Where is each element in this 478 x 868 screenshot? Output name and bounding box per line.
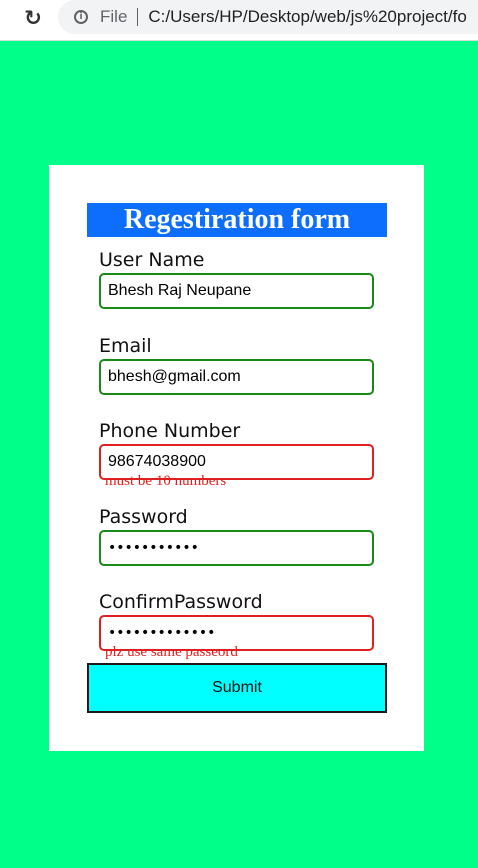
submit-button[interactable]: Submit <box>87 663 387 713</box>
file-scheme-label: File <box>100 7 128 26</box>
browser-toolbar: ↻ i File C:/Users/HP/Desktop/web/js%20pr… <box>0 0 478 41</box>
confirm-password-label: ConfirmPassword <box>99 591 263 613</box>
password-label: Password <box>99 506 188 528</box>
email-input[interactable] <box>99 359 374 395</box>
url-text[interactable]: C:/Users/HP/Desktop/web/js%20project/fo <box>148 7 466 27</box>
username-input[interactable] <box>99 273 374 309</box>
info-icon[interactable]: i <box>74 10 88 24</box>
registration-card: Regestiration form User Name Email Phone… <box>49 165 424 751</box>
phone-label: Phone Number <box>99 420 241 442</box>
password-input[interactable] <box>99 530 374 566</box>
form-title: Regestiration form <box>87 203 387 237</box>
username-label: User Name <box>99 249 205 271</box>
email-label: Email <box>99 335 152 357</box>
address-divider <box>137 8 139 26</box>
address-bar[interactable]: i File C:/Users/HP/Desktop/web/js%20proj… <box>58 0 478 34</box>
reload-icon[interactable]: ↻ <box>20 5 46 31</box>
phone-error-message: must be 10 numbers <box>105 473 227 489</box>
confirm-password-error-message: plz use same passeord <box>105 644 238 660</box>
